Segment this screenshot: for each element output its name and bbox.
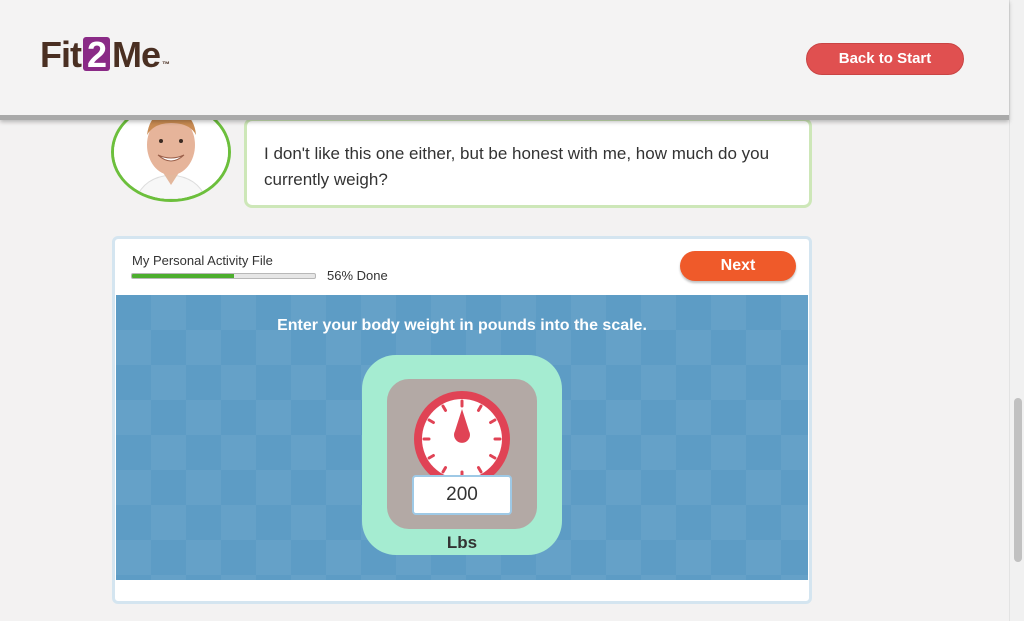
coach-message: I don't like this one either, but be hon… (264, 144, 770, 189)
bathroom-scale: Lbs (362, 355, 562, 555)
activity-card: My Personal Activity File 56% Done Next … (112, 236, 812, 604)
back-to-start-button[interactable]: Back to Start (806, 43, 964, 75)
coach-speech-bubble: I don't like this one either, but be hon… (244, 118, 812, 208)
scale-dial-icon (414, 391, 510, 487)
site-header: Fit 2 Me ™ Back to Start (0, 0, 1009, 120)
logo-text-fit: Fit (40, 34, 82, 75)
next-button[interactable]: Next (680, 251, 796, 281)
unit-label: Lbs (446, 533, 478, 552)
weight-input[interactable] (412, 475, 512, 515)
fit2me-logo[interactable]: Fit 2 Me ™ (40, 34, 170, 75)
logo-trademark: ™ (162, 60, 170, 69)
progress-label: 56% Done (327, 268, 388, 283)
activity-file-title: My Personal Activity File (132, 253, 273, 268)
weight-entry-panel: Enter your body weight in pounds into th… (116, 295, 808, 580)
scale-platform (387, 379, 537, 529)
instruction-text: Enter your body weight in pounds into th… (277, 317, 647, 334)
progress-bar (131, 273, 316, 279)
logo-text-me: Me (111, 34, 161, 75)
page-scrollbar[interactable] (1009, 0, 1024, 621)
progress-bar-fill (132, 274, 235, 278)
scrollbar-thumb[interactable] (1014, 398, 1022, 562)
logo-number-two: 2 (82, 37, 110, 73)
